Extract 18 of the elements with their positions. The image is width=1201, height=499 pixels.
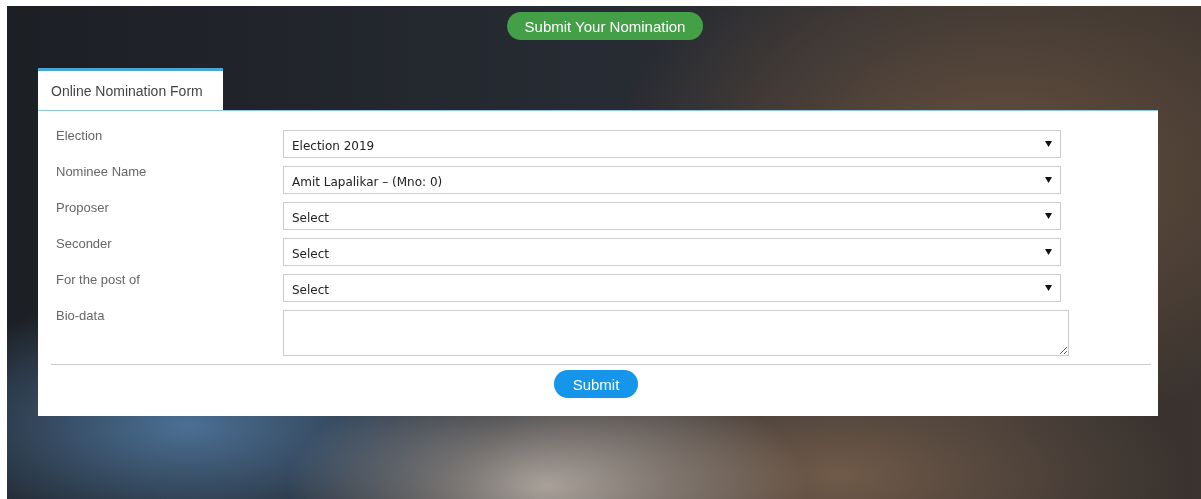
form-tab[interactable]: Online Nomination Form xyxy=(38,68,223,110)
field-label: Seconder xyxy=(55,236,113,253)
select-field[interactable]: Amit Lapalikar – (Mno: 0) xyxy=(283,166,1061,194)
field-label: Proposer xyxy=(55,200,110,217)
caret-icon xyxy=(1045,141,1052,147)
select-field[interactable]: Select xyxy=(283,202,1061,230)
field-label: Nominee Name xyxy=(55,164,148,181)
field-label: Bio-data xyxy=(55,308,106,325)
field-label: For the post of xyxy=(55,272,141,289)
select-field[interactable]: Election 2019 xyxy=(283,130,1061,158)
text-area[interactable] xyxy=(283,310,1069,356)
caret-icon xyxy=(1045,285,1052,291)
caret-icon xyxy=(1045,249,1052,255)
field-label: Election xyxy=(55,128,104,145)
select-field[interactable]: Select xyxy=(283,274,1061,302)
caret-icon xyxy=(1045,177,1052,183)
select-field[interactable]: Select xyxy=(283,238,1061,266)
caret-icon xyxy=(1045,213,1052,219)
